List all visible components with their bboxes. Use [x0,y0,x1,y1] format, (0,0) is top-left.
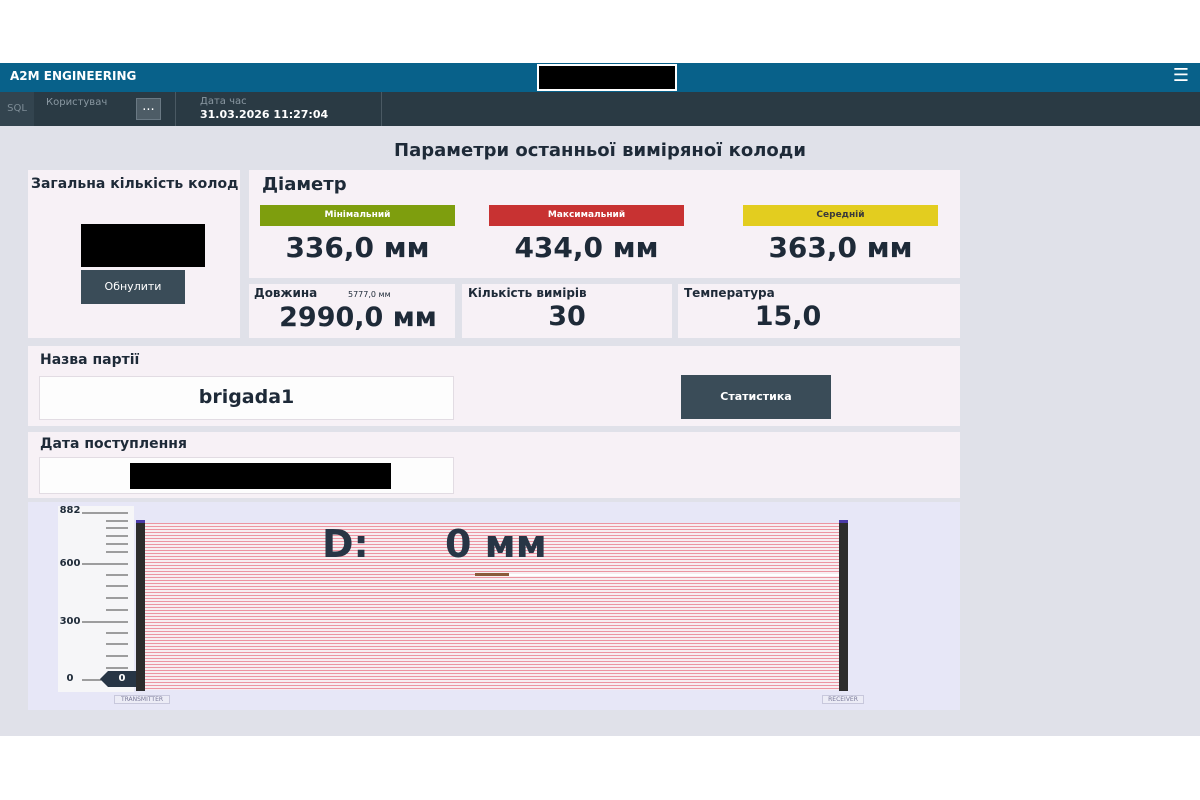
diameter-scale [58,506,134,692]
transmitter-cap [136,520,145,523]
min-diameter-chip: Мінімальний [260,205,455,226]
temperature-value: 15,0 [754,301,822,332]
scale-pointer-value: 0 [118,673,126,684]
datetime-label: Дата час [200,96,247,107]
beam-highlight-line [509,574,839,576]
infobar-divider [381,92,382,126]
arrival-label: Дата поступлення [40,436,187,452]
page-title: Параметри останньої виміряної колоди [394,140,806,161]
max-diameter-value: 434,0 мм [514,231,659,264]
measurements-value: 30 [548,301,586,332]
receiver-cap [839,520,848,523]
receiver-post [839,521,848,691]
scale-300-label: 300 [59,616,81,627]
diameter-readout-value: 0 мм [445,522,547,566]
length-secondary-value: 5777,0 мм [348,290,391,299]
temperature-label: Температура [684,286,775,300]
length-label: Довжина [254,286,318,300]
user-more-button[interactable]: ... [136,98,161,120]
diameter-readout-label: D: [322,522,369,566]
batch-name-value: brigada1 [198,386,295,408]
receiver-label: RECEIVER [822,695,864,704]
info-bar [0,92,1200,126]
length-value: 2990,0 мм [279,302,437,333]
statistics-button[interactable]: Статистика [681,375,831,419]
infobar-divider [175,92,176,126]
batch-label: Назва партії [40,352,140,368]
measurements-label: Кількість вимірів [468,286,587,300]
avg-diameter-chip: Середній [743,205,938,226]
scale-600-label: 600 [59,558,81,569]
total-logs-label: Загальна кількість колод [31,176,239,192]
diameter-label: Діаметр [262,174,347,195]
transmitter-post [136,521,145,691]
avg-diameter-value: 363,0 мм [768,231,913,264]
transmitter-label: TRANSMITTER [114,695,170,704]
scale-0-label: 0 [66,673,74,684]
hamburger-menu-icon[interactable]: ☰ [1171,66,1191,86]
max-diameter-chip: Максимальний [489,205,684,226]
reset-button[interactable]: Обнулити [81,270,185,304]
scale-max-label: 882 [59,505,81,516]
datetime-value: 31.03.2026 11:27:04 [200,108,329,121]
sql-indicator[interactable]: SQL [0,92,34,126]
arrival-date-redacted [130,463,391,489]
total-logs-value-redacted [81,224,205,267]
redacted-header-field [537,64,677,91]
beam-interruption-mark [475,573,509,576]
min-diameter-value: 336,0 мм [285,231,430,264]
scale-ticks [82,512,128,681]
brand-title: A2M ENGINEERING [10,69,137,83]
user-label: Користувач [46,97,108,108]
